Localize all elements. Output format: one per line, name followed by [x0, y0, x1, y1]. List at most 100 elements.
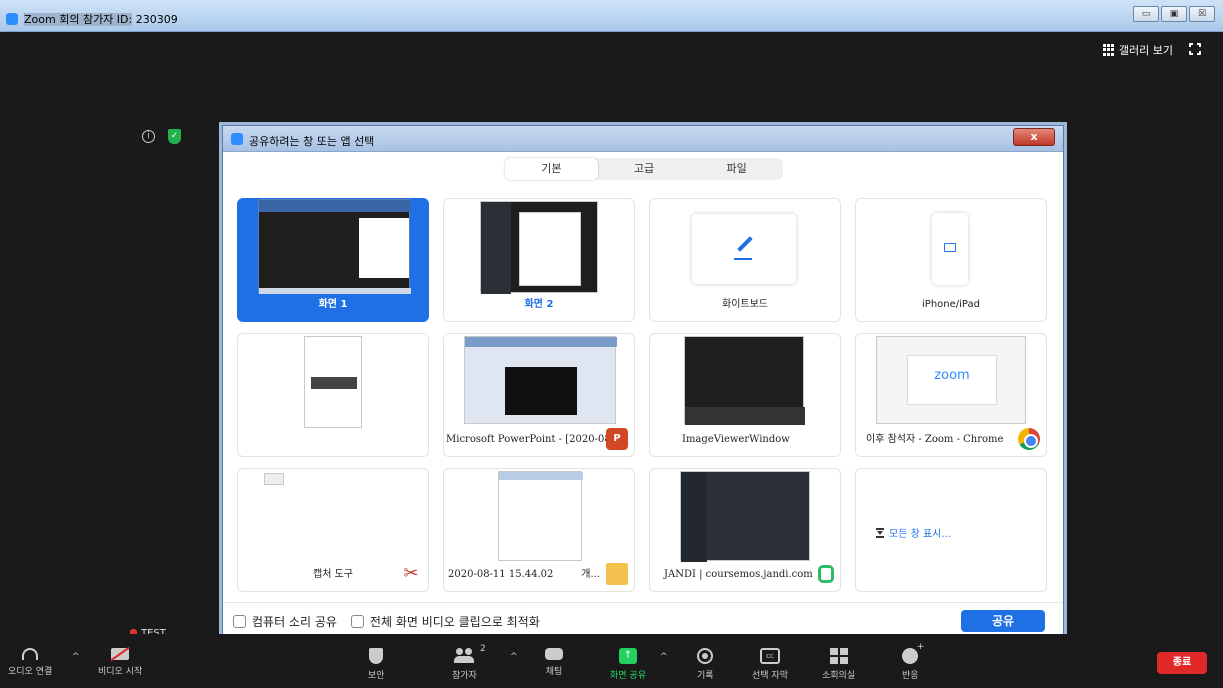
- card-label: iPhone/iPad: [922, 299, 980, 310]
- participants-options-caret[interactable]: ^: [510, 652, 518, 662]
- card-label: Microsoft PowerPoint - [2020-08-...: [446, 434, 624, 445]
- toolbar-label: 보안: [368, 671, 385, 681]
- toolbar-label: 채팅: [545, 667, 563, 677]
- card-label: JANDI | coursemos.jandi.com: [664, 569, 813, 580]
- zoom-logo-icon: [6, 13, 18, 25]
- tab-files[interactable]: 파일: [690, 158, 783, 180]
- toolbar-label: 참가자: [452, 671, 477, 681]
- share-card-screen-2[interactable]: 화면 2: [443, 198, 635, 322]
- breakout-rooms-button[interactable]: 소회의실: [822, 648, 855, 681]
- share-card-whiteboard[interactable]: 화이트보드: [649, 198, 841, 322]
- share-card-iphone-ipad[interactable]: iPhone/iPad: [855, 198, 1047, 322]
- share-card-show-all[interactable]: 모든 창 표시...: [855, 468, 1047, 592]
- participants-icon: [454, 648, 475, 664]
- card-label: 화면 2: [524, 299, 554, 310]
- toolbar-label: 소회의실: [822, 671, 856, 681]
- share-card-chrome-zoom[interactable]: zoom 이후 참석자 - Zoom - Chrome: [855, 333, 1047, 457]
- card-label: 2020-08-11 15.44.02: [448, 569, 554, 580]
- show-all-windows[interactable]: 모든 창 표시...: [876, 525, 951, 540]
- cc-icon: cc: [759, 648, 780, 664]
- start-video-button[interactable]: 비디오 시작: [98, 648, 142, 677]
- toolbar-label: 오디오 연결: [8, 667, 53, 677]
- snipping-thumbnail: [264, 473, 284, 485]
- close-window-button[interactable]: ☒: [1189, 6, 1215, 22]
- zoom-logo-text: zoom: [907, 355, 997, 405]
- dialog-close-button[interactable]: x: [1013, 128, 1055, 146]
- powerpoint-icon: P: [606, 428, 628, 450]
- share-card-imageviewer[interactable]: ImageViewerWindow: [649, 333, 841, 457]
- fullscreen-icon[interactable]: [1188, 42, 1202, 56]
- dialog-title: 공유하려는 창 또는 앱 선택: [249, 135, 375, 148]
- pen-underline: [734, 258, 752, 260]
- minimize-button[interactable]: ▭: [1133, 6, 1159, 22]
- pen-icon: [737, 236, 753, 252]
- tab-basic[interactable]: 기본: [505, 158, 598, 180]
- shield-icon: [369, 648, 384, 664]
- airplay-icon: [944, 243, 956, 252]
- toolbar-label: 화면 공유: [610, 671, 646, 681]
- window-controls: ▭ ▣ ☒: [1133, 6, 1215, 22]
- audio-connect-button[interactable]: 오디오 연결: [8, 648, 52, 677]
- toolbar-label: 비디오 시작: [98, 667, 143, 677]
- record-button[interactable]: 기록: [697, 648, 714, 681]
- share-card-window-blank[interactable]: [237, 333, 429, 457]
- share-card-screen-1[interactable]: 화면 1: [237, 198, 429, 322]
- share-button[interactable]: 공유: [961, 610, 1045, 632]
- end-meeting-button[interactable]: 종료: [1157, 652, 1207, 674]
- title-prefix: Zoom 회의 참가자 ID:: [24, 13, 133, 26]
- participants-button[interactable]: 참가자: [452, 648, 477, 681]
- reaction-icon: [902, 642, 924, 664]
- show-all-icon: [876, 527, 884, 538]
- share-options-caret[interactable]: ^: [660, 652, 668, 662]
- security-button[interactable]: 보안: [368, 648, 385, 681]
- meeting-toolbar: 오디오 연결 ^ 비디오 시작 보안 참가자 2 ^ 채팅 ↑ 화면 공유 ^ …: [0, 634, 1223, 688]
- encryption-shield-icon[interactable]: ✓: [168, 129, 181, 144]
- card-label: 화이트보드: [722, 299, 768, 310]
- computer-sound-label: 컴퓨터 소리 공유: [252, 615, 337, 629]
- share-card-jandi[interactable]: JANDI | coursemos.jandi.com: [649, 468, 841, 592]
- reactions-button[interactable]: 반응: [902, 642, 924, 681]
- show-all-label: 모든 창 표시...: [889, 529, 951, 540]
- gallery-view-label: 갤러리 보기: [1118, 44, 1173, 57]
- share-screen-button[interactable]: ↑ 화면 공유: [610, 648, 646, 681]
- card-label: 화면 1: [318, 299, 348, 310]
- card-label: ImageViewerWindow: [682, 434, 790, 445]
- computer-sound-checkbox[interactable]: 컴퓨터 소리 공유: [233, 613, 337, 630]
- video-off-icon: [111, 648, 130, 660]
- folder-thumbnail: [498, 471, 583, 561]
- share-card-snipping-tool[interactable]: 캡처 도구 ✂: [237, 468, 429, 592]
- chat-button[interactable]: 채팅: [545, 648, 563, 677]
- toolbar-label: 반응: [902, 671, 919, 681]
- checkbox-box[interactable]: [233, 615, 246, 628]
- breakout-icon: [829, 648, 848, 664]
- checkbox-box[interactable]: [350, 615, 364, 628]
- phone-preview: [932, 213, 968, 285]
- gallery-view-button[interactable]: 갤러리 보기: [1102, 42, 1173, 58]
- share-options: 컴퓨터 소리 공유 전체 화면 비디오 클립으로 최적화: [233, 613, 540, 630]
- maximize-button[interactable]: ▣: [1161, 6, 1187, 22]
- whiteboard-preview: [692, 214, 796, 284]
- chrome-icon: [1018, 428, 1040, 450]
- captions-button[interactable]: cc 선택 자막: [752, 648, 788, 681]
- powerpoint-thumbnail: [464, 336, 617, 424]
- record-icon: [697, 648, 714, 664]
- tab-advanced[interactable]: 고급: [598, 158, 691, 180]
- zoom-logo-icon: [231, 133, 243, 145]
- optimize-video-checkbox[interactable]: 전체 화면 비디오 클립으로 최적화: [350, 613, 540, 630]
- share-card-folder[interactable]: 2020-08-11 15.44.02 개...: [443, 468, 635, 592]
- share-dialog: 공유하려는 창 또는 앱 선택 x 기본 고급 파일 화면 1 화면 2 화이트…: [222, 125, 1064, 641]
- dialog-titlebar: 공유하려는 창 또는 앱 선택 x: [223, 126, 1063, 152]
- card-label: 이후 참석자 - Zoom - Chrome: [866, 434, 1004, 445]
- window-thumbnail: [304, 336, 362, 428]
- chrome-thumbnail: zoom: [876, 336, 1026, 424]
- screen-2-thumbnail: [480, 201, 598, 294]
- optimize-video-label: 전체 화면 비디오 클립으로 최적화: [369, 615, 540, 629]
- window-titlebar: Zoom 회의 참가자 ID: 230309 ▭ ▣ ☒: [0, 0, 1223, 32]
- share-card-powerpoint[interactable]: Microsoft PowerPoint - [2020-08-... P: [443, 333, 635, 457]
- window-title: Zoom 회의 참가자 ID: 230309: [24, 11, 178, 27]
- folder-icon: [606, 563, 628, 585]
- audio-options-caret[interactable]: ^: [72, 652, 80, 662]
- folder-suffix: 개...: [581, 569, 600, 580]
- info-icon[interactable]: i: [142, 130, 155, 143]
- meeting-id: 230309: [135, 13, 178, 26]
